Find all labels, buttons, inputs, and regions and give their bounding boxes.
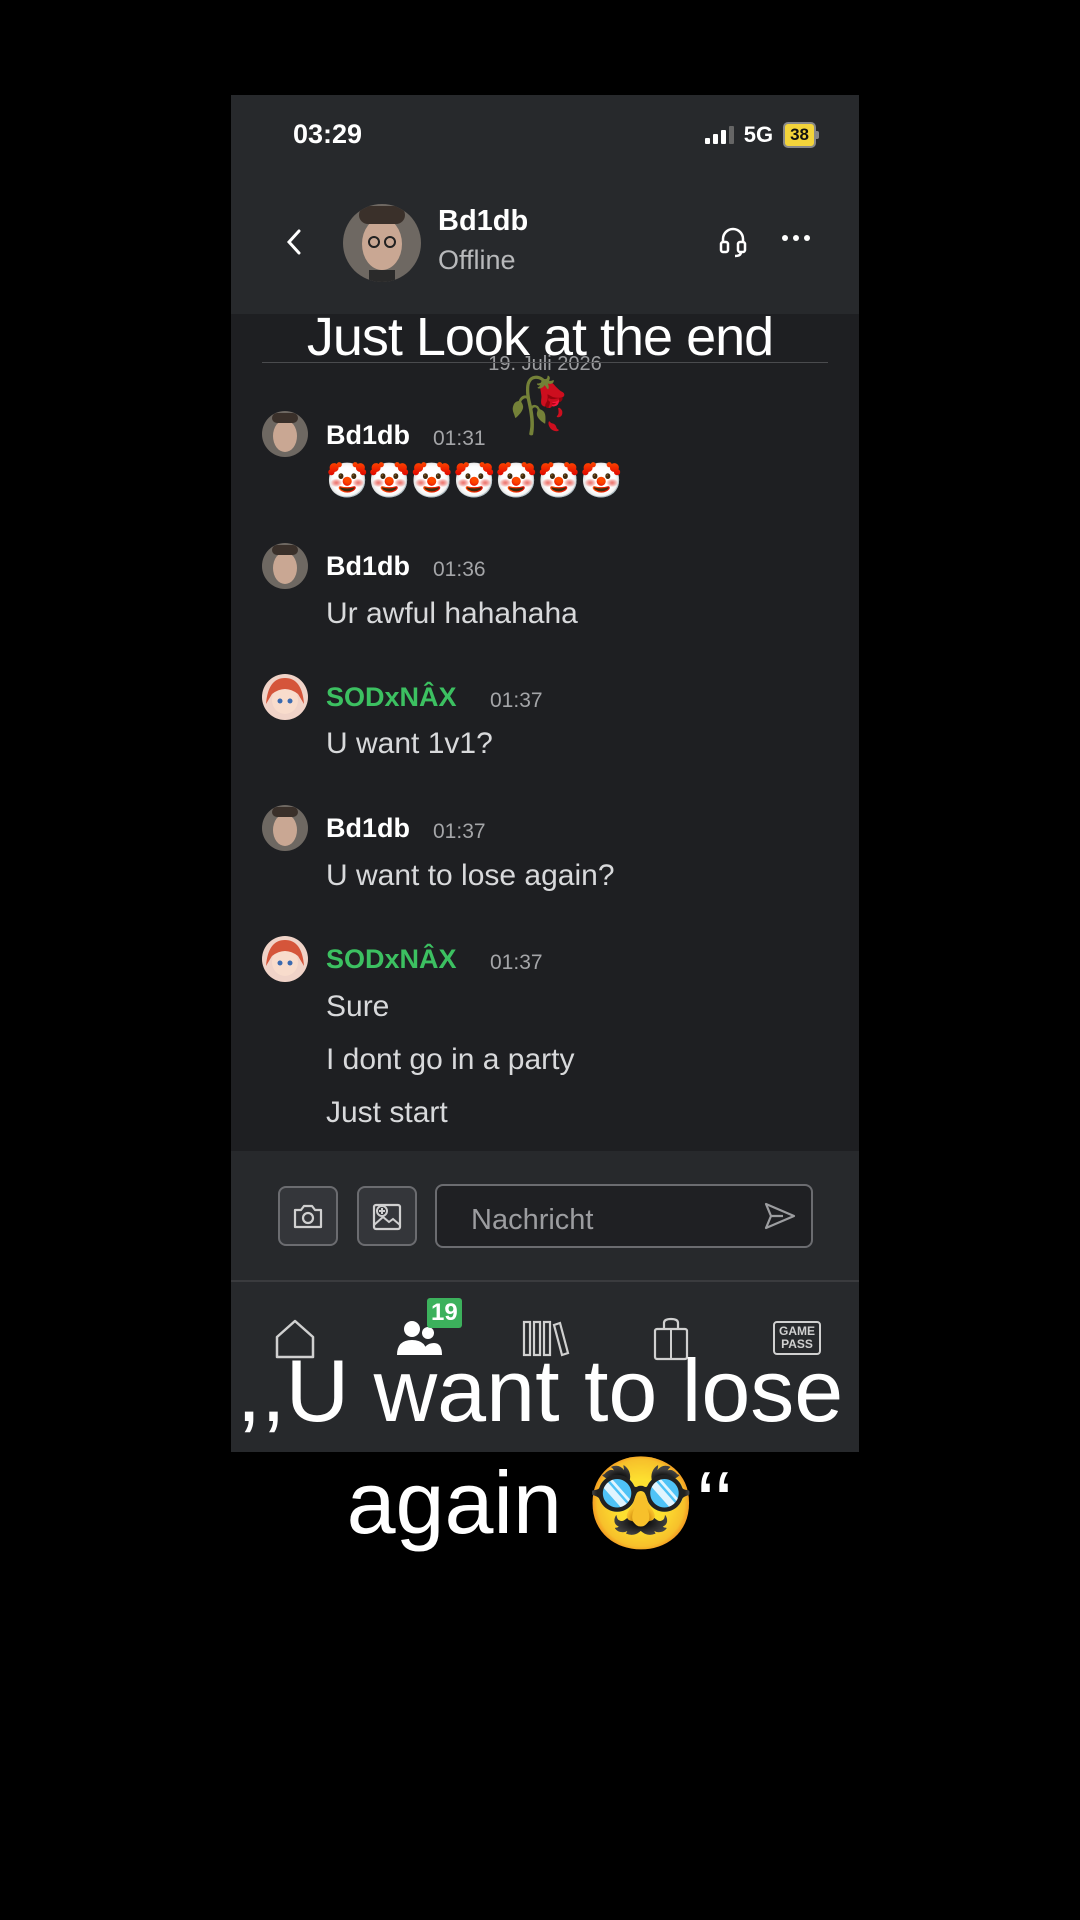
message-author[interactable]: Bd1db — [326, 551, 410, 582]
back-button[interactable] — [283, 227, 305, 257]
top-caption: Just Look at the end — [306, 307, 774, 367]
message-text: U want 1v1? — [326, 727, 493, 760]
message-placeholder: Nachricht — [471, 1204, 594, 1236]
avatar[interactable] — [262, 411, 308, 457]
message-time: 01:31 — [433, 427, 486, 450]
avatar[interactable] — [262, 936, 308, 982]
message-text: U want to lose again? — [326, 859, 615, 892]
message-text: Ur awful hahahaha — [326, 597, 578, 630]
send-icon[interactable] — [763, 1200, 797, 1232]
battery-level: 38 — [783, 122, 816, 148]
battery-icon: 38 — [783, 122, 819, 148]
message-author[interactable]: SODxNÂX — [326, 682, 457, 713]
signal-icon — [704, 126, 734, 144]
status-indicators: 5G 38 — [704, 122, 819, 148]
more-icon — [782, 235, 788, 241]
chevron-left-icon — [286, 229, 301, 255]
add-image-icon — [372, 1203, 402, 1231]
contact-name: Bd1db — [438, 205, 529, 237]
headset-icon — [719, 227, 747, 258]
header-area: 03:29 5G 38 Bd1db Offline — [231, 95, 859, 314]
friends-badge: 19 — [427, 1298, 462, 1328]
message-text: I dont go in a party — [326, 1043, 575, 1076]
add-image-button[interactable] — [357, 1186, 417, 1246]
message-time: 01:37 — [433, 820, 486, 843]
message-author[interactable]: SODxNÂX — [326, 944, 457, 975]
camera-button[interactable] — [278, 1186, 338, 1246]
message-time: 01:37 — [490, 689, 543, 712]
contact-avatar[interactable] — [343, 204, 421, 282]
camera-icon — [293, 1204, 323, 1229]
message-input[interactable]: Nachricht — [435, 1184, 813, 1248]
message-text: Just start — [326, 1096, 448, 1129]
message-author[interactable]: Bd1db — [326, 813, 410, 844]
status-time: 03:29 — [293, 119, 363, 149]
bottom-caption: ,,U want to lose again 🥸‘‘ — [236, 1341, 844, 1552]
message-text: 🤡🤡🤡🤡🤡🤡🤡 — [326, 462, 623, 500]
app-screen: 03:29 5G 38 Bd1db Offline 19. Juli 2026 … — [231, 95, 859, 1452]
message-author[interactable]: Bd1db — [326, 420, 410, 451]
avatar[interactable] — [262, 805, 308, 851]
network-label: 5G — [743, 122, 774, 147]
avatar[interactable] — [262, 543, 308, 589]
avatar[interactable] — [262, 674, 308, 720]
contact-status: Offline — [438, 245, 516, 275]
rose-emoji: 🥀 — [505, 376, 573, 436]
message-text: Sure — [326, 990, 390, 1023]
voice-call-button[interactable] — [718, 225, 748, 259]
more-button[interactable] — [782, 235, 810, 241]
message-time: 01:37 — [490, 951, 543, 974]
message-time: 01:36 — [433, 558, 486, 581]
